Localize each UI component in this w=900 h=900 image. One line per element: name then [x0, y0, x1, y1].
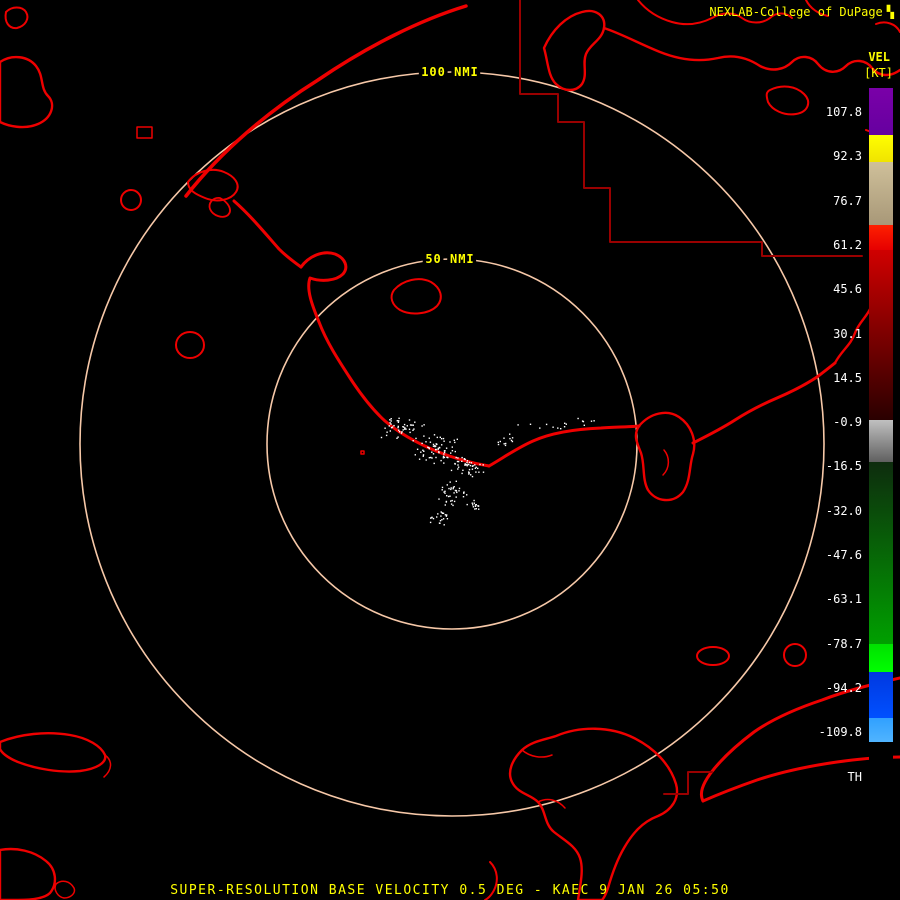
island-outline: [783, 643, 807, 667]
colorbar-segment: [869, 420, 893, 462]
range-ring: [79, 71, 825, 817]
nw-corner-shore: [0, 55, 54, 129]
product-caption: SUPER-RESOLUTION BASE VELOCITY 0.5 DEG -…: [170, 883, 730, 898]
east-peninsula: [634, 411, 696, 502]
legend-product-label: VEL: [868, 50, 890, 64]
colorbar-segment: [869, 250, 893, 420]
ne-edge-bit: [875, 21, 900, 33]
sw-shore: [0, 732, 107, 773]
nw-islet: [4, 6, 29, 30]
colorbar-segment: [869, 742, 893, 790]
ne-blob: [765, 85, 810, 116]
colorbar-segment: [869, 162, 893, 225]
radar-display: 100 NMI 50 NMI NEXLAB-College of DuPage ▚ …: [0, 0, 900, 900]
colorbar-segment: [869, 672, 893, 718]
coastline-east: [487, 424, 641, 468]
ne-inlet: [542, 9, 606, 92]
station-logo-glyph: ▚: [886, 5, 894, 19]
ne-coast: [602, 26, 900, 77]
colorbar-segment: [869, 718, 893, 742]
island-outline: [120, 189, 142, 211]
range-ring-label: 100 NMI: [421, 65, 479, 79]
coastline-central: [299, 251, 491, 468]
red-speck: [360, 450, 365, 455]
se-island-hook: [521, 749, 553, 758]
range-ring-label: 50 NMI: [425, 252, 474, 266]
coastline-link: [232, 199, 303, 269]
island-outline: [696, 646, 730, 666]
colorbar-segment: [869, 225, 893, 250]
bay-island: [390, 278, 442, 315]
colorbar-segment: [869, 88, 893, 135]
island-outline: [175, 331, 205, 359]
legend-colorbar: [869, 88, 893, 790]
east-peninsula-inner: [662, 449, 670, 476]
se-island: [508, 727, 679, 900]
radar-map: 100 NMI 50 NMI: [0, 0, 900, 900]
station-title: NEXLAB-College of DuPage ▚: [709, 5, 894, 19]
colorbar-segment: [869, 462, 893, 644]
radar-echo-dots: [380, 417, 595, 526]
coastline-east-2: [691, 361, 837, 445]
station-title-text: NEXLAB-College of DuPage: [709, 5, 883, 19]
colorbar-segment: [869, 135, 893, 162]
small-outline: [136, 126, 153, 139]
legend-unit-label: [KT]: [864, 66, 893, 80]
range-ring: [266, 258, 638, 630]
county-boundary-staircase: [519, 0, 863, 257]
colorbar-segment: [869, 644, 893, 672]
coastline-arc: [184, 4, 468, 198]
